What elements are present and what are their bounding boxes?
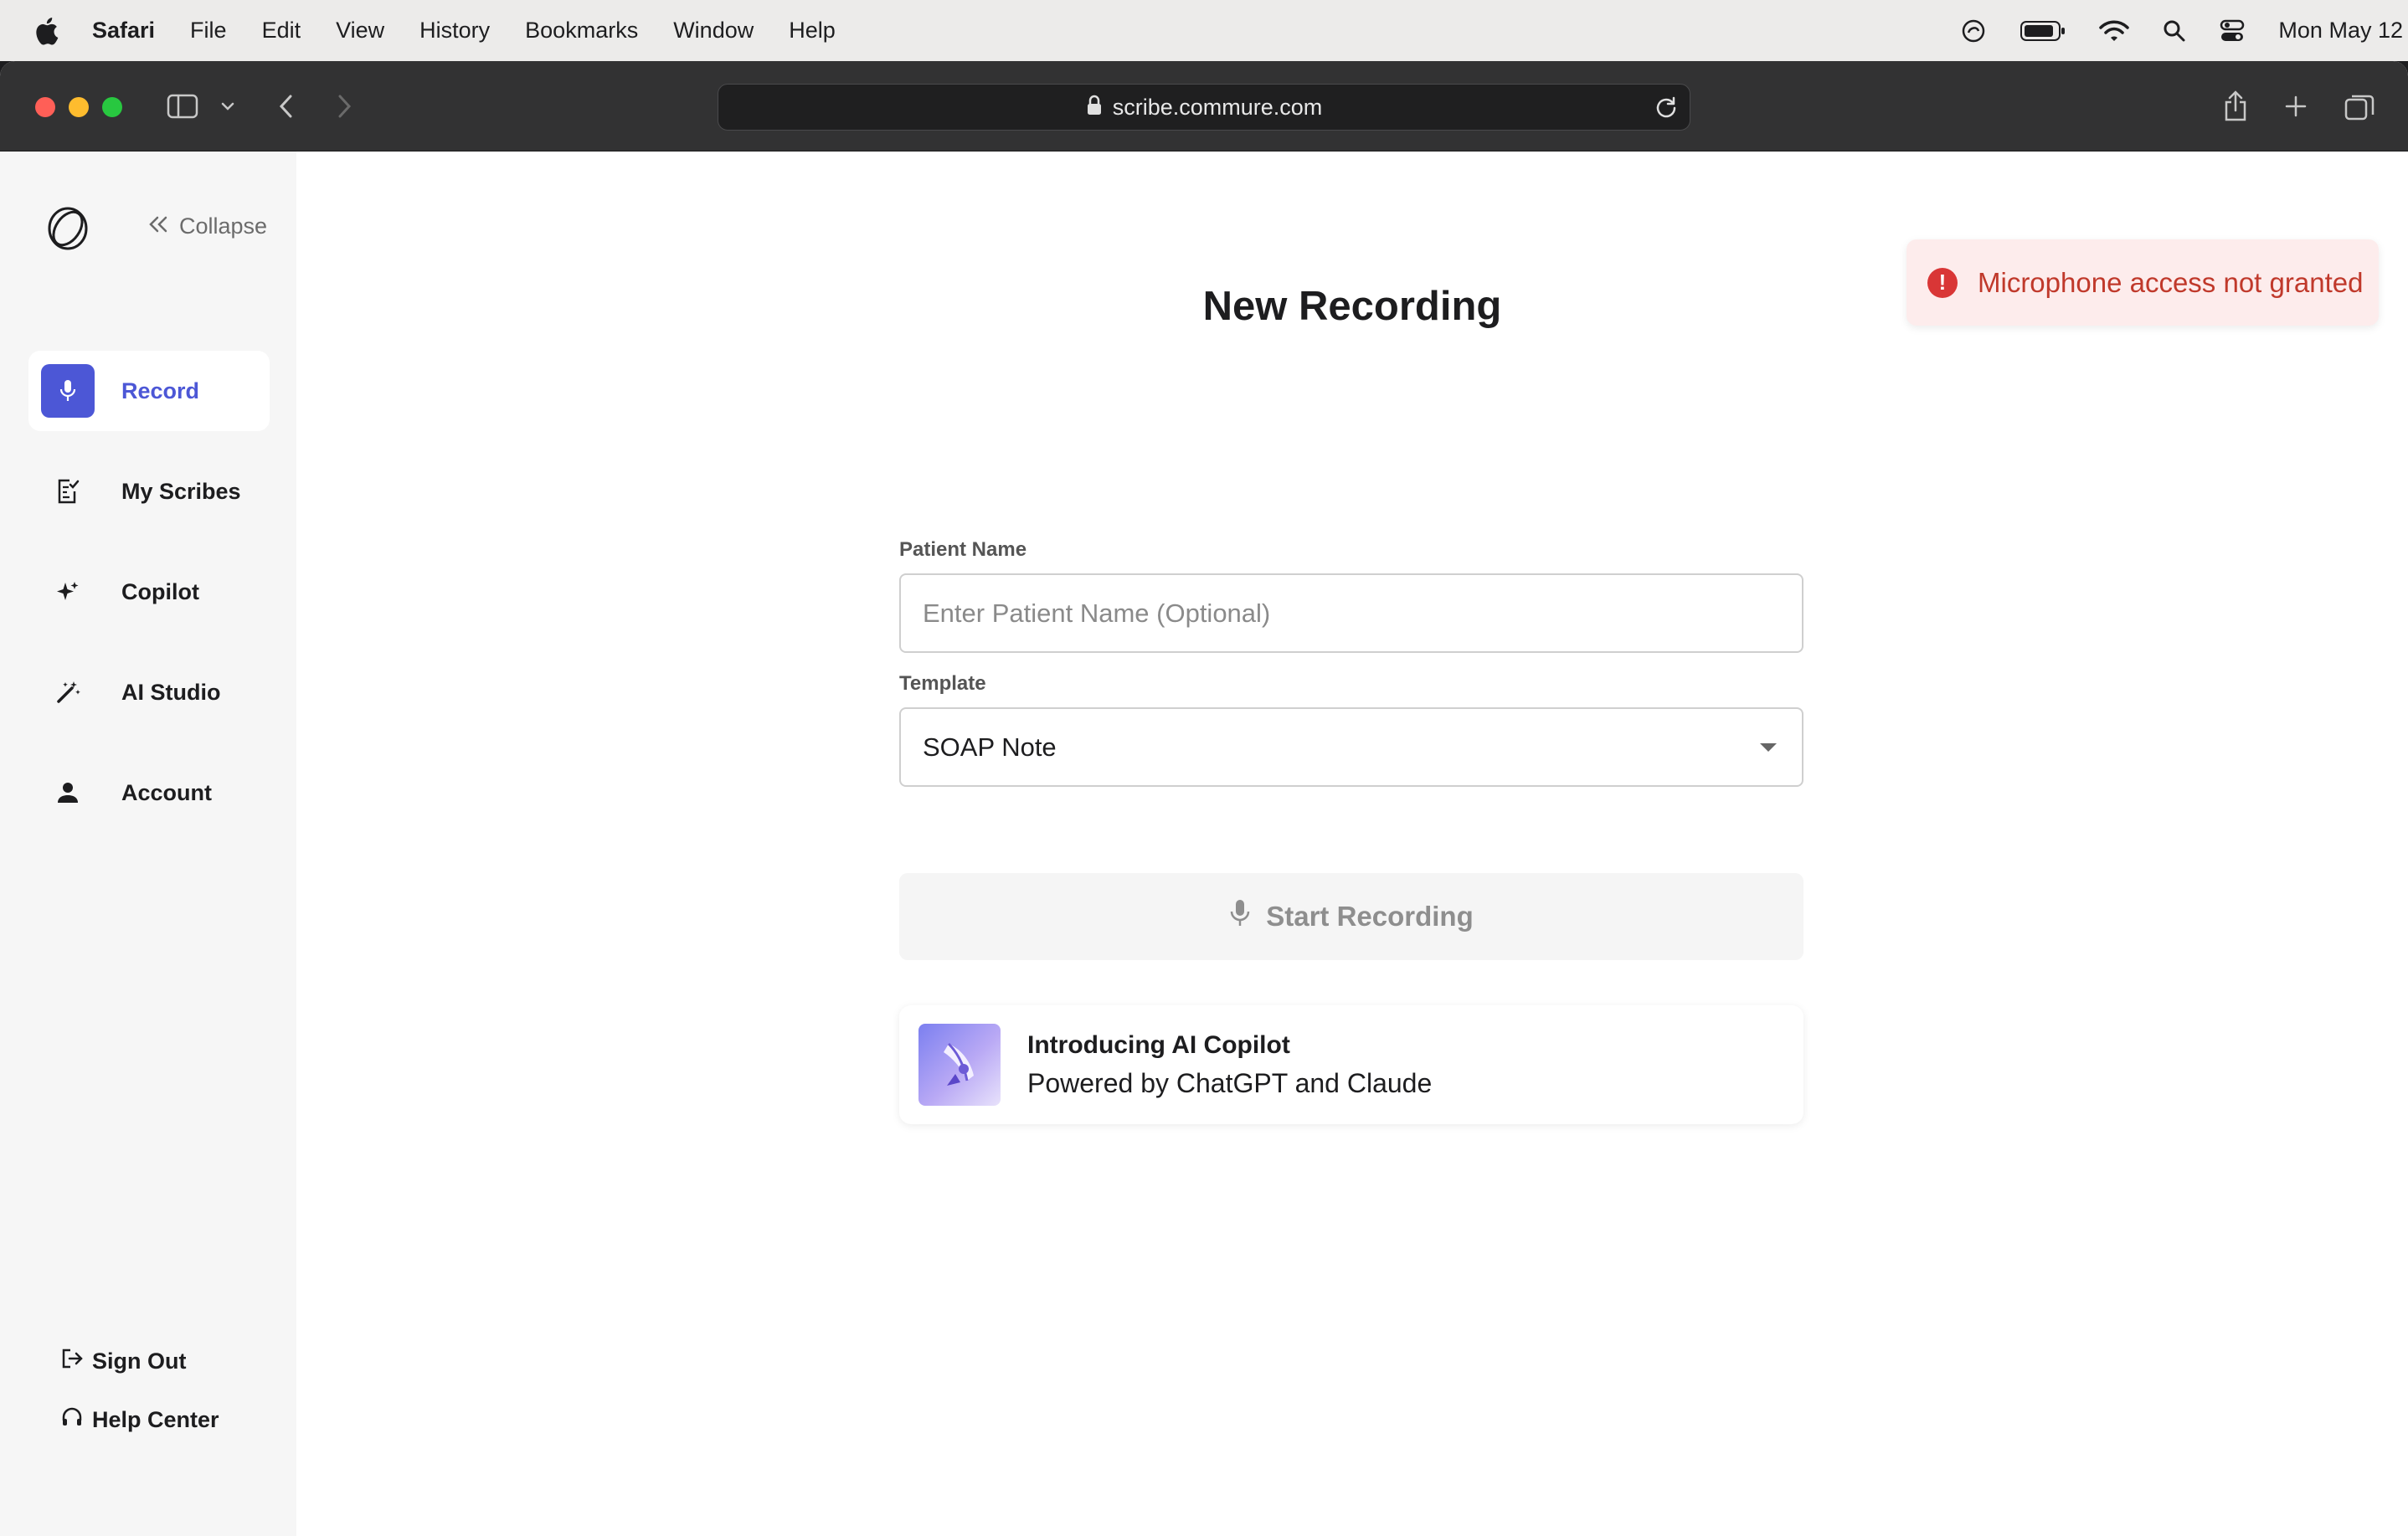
- person-icon: [41, 766, 95, 819]
- microphone-icon: [41, 364, 95, 418]
- patient-name-label: Patient Name: [899, 538, 1027, 561]
- menu-history[interactable]: History: [402, 18, 507, 44]
- error-toast: ! Microphone access not granted: [1906, 239, 2379, 326]
- app-sidebar: Collapse Record My Scribes Copilot AI St: [0, 152, 296, 1536]
- ai-copilot-promo-card[interactable]: Introducing AI Copilot Powered by ChatGP…: [899, 1005, 1803, 1124]
- back-icon[interactable]: [273, 86, 298, 126]
- wifi-icon[interactable]: [2099, 19, 2130, 43]
- error-alert-icon: !: [1927, 267, 1958, 298]
- browser-toolbar: scribe.commure.com: [0, 61, 2408, 152]
- menu-file[interactable]: File: [172, 18, 244, 44]
- menu-view[interactable]: View: [318, 18, 402, 44]
- toast-message: Microphone access not granted: [1978, 266, 2364, 298]
- macos-menu-bar: Safari File Edit View History Bookmarks …: [0, 0, 2408, 61]
- chevron-down-icon[interactable]: [218, 86, 238, 126]
- lock-icon: [1086, 95, 1103, 121]
- tab-overview-icon[interactable]: [2343, 86, 2376, 126]
- help-center-label: Help Center: [92, 1407, 219, 1432]
- apple-menu-icon[interactable]: [0, 17, 92, 45]
- headset-icon: [60, 1405, 84, 1435]
- sign-out-icon: [60, 1347, 84, 1376]
- sidebar-item-copilot[interactable]: Copilot: [28, 552, 270, 632]
- double-chevron-left-icon: [147, 213, 169, 239]
- spotlight-search-icon[interactable]: [2163, 19, 2186, 43]
- sidebar-item-record[interactable]: Record: [28, 351, 270, 431]
- collapse-button[interactable]: Collapse: [147, 213, 267, 239]
- battery-icon[interactable]: [2020, 20, 2066, 42]
- main-content: New Recording Patient Name Template SOAP…: [296, 152, 2408, 1536]
- sidebar-item-label: My Scribes: [121, 478, 241, 504]
- sign-out-label: Sign Out: [92, 1348, 187, 1374]
- window-maximize-button[interactable]: [102, 97, 122, 117]
- promo-subtitle: Powered by ChatGPT and Claude: [1027, 1067, 1433, 1098]
- rocket-icon: [918, 1024, 1001, 1106]
- sidebar-toggle-icon[interactable]: [164, 86, 201, 126]
- share-icon[interactable]: [2220, 86, 2251, 126]
- collapse-label: Collapse: [179, 213, 268, 239]
- start-recording-button[interactable]: Start Recording: [899, 873, 1803, 960]
- window-minimize-button[interactable]: [69, 97, 89, 117]
- patient-name-field[interactable]: [899, 573, 1803, 653]
- new-tab-icon[interactable]: [2281, 86, 2311, 126]
- menu-help[interactable]: Help: [771, 18, 853, 44]
- menu-bar-clock[interactable]: Mon May 12: [2278, 18, 2403, 44]
- start-recording-label: Start Recording: [1266, 901, 1474, 932]
- menu-window[interactable]: Window: [656, 18, 771, 44]
- address-bar[interactable]: scribe.commure.com: [718, 84, 1690, 131]
- sidebar-item-my-scribes[interactable]: My Scribes: [28, 451, 270, 532]
- screen-mirroring-icon[interactable]: [1960, 18, 1987, 44]
- menu-bookmarks[interactable]: Bookmarks: [507, 18, 656, 44]
- window-close-button[interactable]: [35, 97, 55, 117]
- microphone-icon: [1229, 898, 1251, 935]
- sidebar-item-label: Copilot: [121, 578, 199, 604]
- magic-wand-icon: [41, 665, 95, 719]
- sign-out-link[interactable]: Sign Out: [60, 1347, 186, 1376]
- document-check-icon: [41, 465, 95, 518]
- template-selected-value: SOAP Note: [923, 732, 1057, 762]
- template-select[interactable]: SOAP Note: [899, 707, 1803, 787]
- forward-icon[interactable]: [332, 86, 358, 126]
- dropdown-caret-icon: [1760, 743, 1777, 752]
- reload-icon[interactable]: [1654, 95, 1678, 123]
- template-label: Template: [899, 672, 986, 695]
- menu-app-name[interactable]: Safari: [92, 18, 172, 44]
- control-center-icon[interactable]: [2220, 18, 2245, 44]
- sidebar-item-account[interactable]: Account: [28, 753, 270, 833]
- sidebar-item-label: AI Studio: [121, 679, 221, 705]
- menu-edit[interactable]: Edit: [244, 18, 319, 44]
- sidebar-item-ai-studio[interactable]: AI Studio: [28, 652, 270, 732]
- sparkle-icon: [41, 565, 95, 619]
- url-text: scribe.commure.com: [1112, 94, 1323, 120]
- promo-title: Introducing AI Copilot: [1027, 1030, 1290, 1059]
- sidebar-item-label: Account: [121, 779, 212, 805]
- patient-name-input[interactable]: [923, 598, 1802, 629]
- browser-window: scribe.commure.com Collapse Record My Sc…: [0, 61, 2408, 1536]
- sidebar-item-label: Record: [121, 378, 200, 403]
- help-center-link[interactable]: Help Center: [60, 1405, 219, 1435]
- commure-logo-icon[interactable]: [46, 205, 90, 256]
